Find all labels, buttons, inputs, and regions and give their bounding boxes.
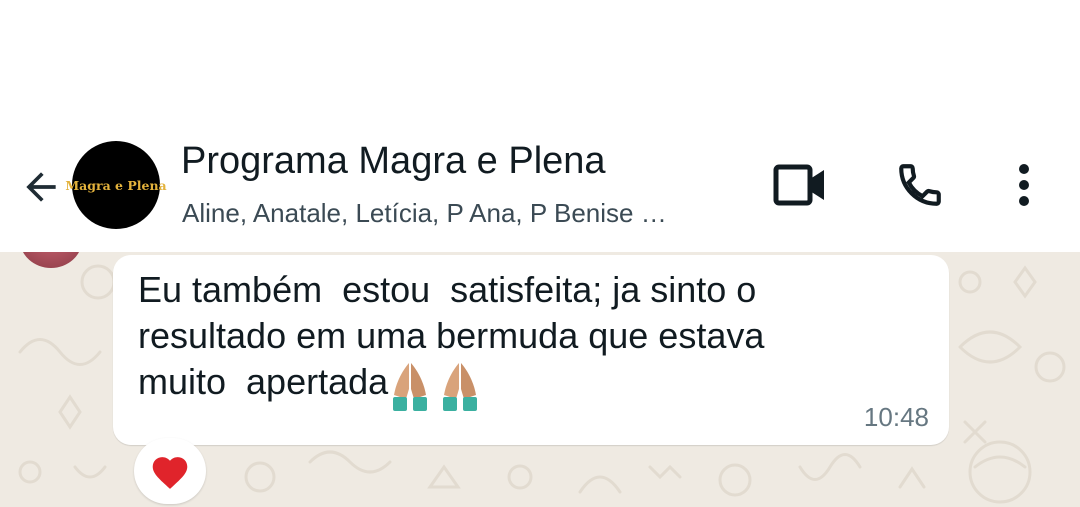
back-arrow-icon bbox=[26, 172, 56, 202]
group-avatar[interactable]: Magra e Plena bbox=[65, 141, 167, 229]
chat-area[interactable]: Eu também estou satisfeita; ja sinto o r… bbox=[0, 252, 1080, 507]
avatar-logo-text: Magra e Plena bbox=[65, 177, 167, 193]
message-bubble[interactable]: Eu também estou satisfeita; ja sinto o r… bbox=[113, 255, 949, 445]
emoji-group bbox=[390, 359, 490, 413]
folded-hands-emoji bbox=[393, 363, 428, 411]
voice-call-button[interactable] bbox=[888, 155, 952, 215]
group-members[interactable]: Aline, Anatale, Letícia, P Ana, P Benise… bbox=[182, 198, 667, 229]
more-options-button[interactable] bbox=[1000, 155, 1048, 215]
message-text: Eu também estou satisfeita; ja sinto o r… bbox=[138, 267, 898, 413]
reaction-badge[interactable] bbox=[134, 438, 206, 504]
back-button[interactable] bbox=[14, 160, 68, 214]
more-options-icon bbox=[1019, 164, 1029, 206]
red-heart-emoji bbox=[152, 457, 188, 489]
group-title[interactable]: Programa Magra e Plena bbox=[181, 140, 606, 183]
message-time: 10:48 bbox=[863, 402, 929, 432]
chat-header: Magra e Plena Programa Magra e Plena Ali… bbox=[0, 0, 1080, 252]
video-call-button[interactable] bbox=[768, 155, 832, 215]
whatsapp-chat-screen: Magra e Plena Programa Magra e Plena Ali… bbox=[0, 0, 1080, 507]
phone-call-icon bbox=[899, 164, 941, 206]
folded-hands-emoji bbox=[443, 363, 478, 411]
video-call-icon bbox=[773, 164, 824, 206]
